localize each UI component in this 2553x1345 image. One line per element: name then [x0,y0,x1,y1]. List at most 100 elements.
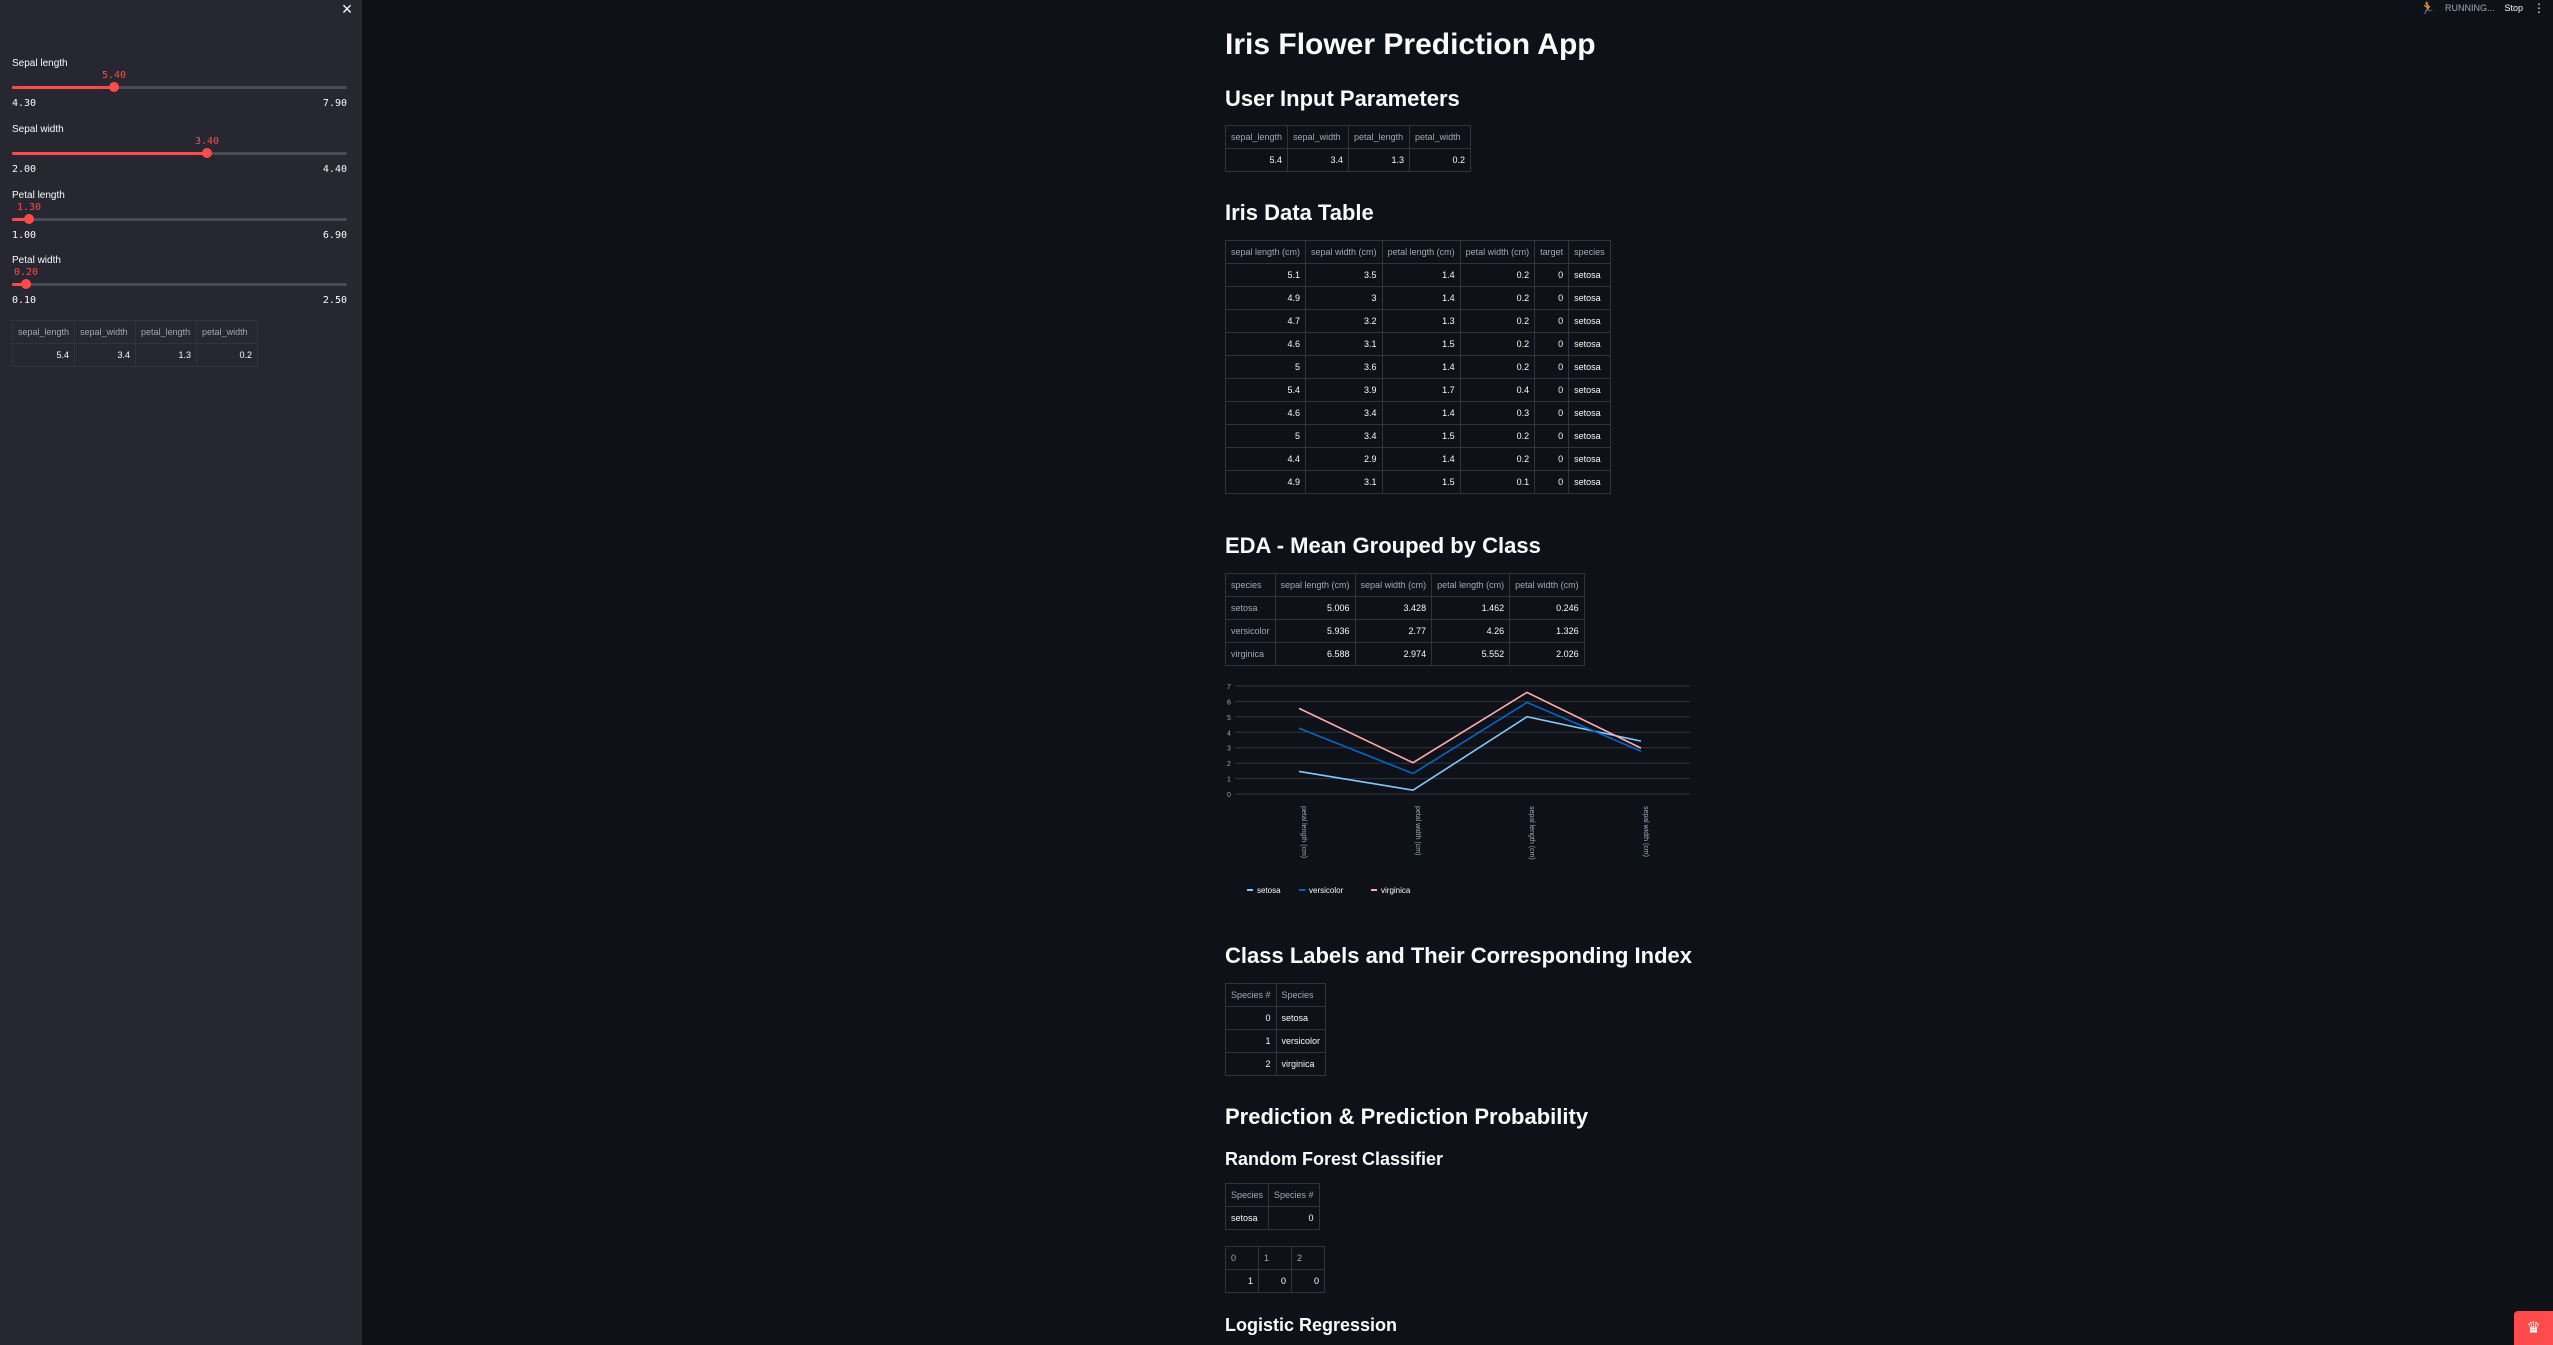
table-cell: 0.2 [1459,355,1536,379]
column-header[interactable]: species [1225,573,1276,597]
slider-track[interactable] [12,279,347,289]
column-header[interactable]: petal width (cm) [1459,240,1536,264]
y-tick-label: 7 [1227,684,1231,691]
page-title: Iris Flower Prediction App [1225,28,1596,61]
table-row: 1 0 0 [1225,1269,1325,1293]
table-cell: setosa [1275,1006,1327,1030]
x-tick-label: sepal width (cm) [1642,806,1649,857]
table-row: 5.1 3.5 1.4 0.2 0 setosa [1224,263,1611,287]
column-header: petal_width [1409,125,1472,149]
table-cell: 5.4 [1224,148,1289,172]
table-row: 4.4 2.9 1.4 0.2 0 setosa [1224,447,1611,471]
table-cell: 2.974 [1354,642,1433,666]
table-cell: 0 [1225,1006,1277,1030]
iris-data-table[interactable]: sepal length (cm) sepal width (cm) petal l… [1224,240,1611,494]
table-cell: 5.4 [1224,378,1307,402]
table-cell: 3.6 [1305,355,1383,379]
table-cell: versicolor [1225,619,1276,643]
column-header[interactable]: species [1568,240,1611,264]
table-cell: 4.9 [1224,286,1307,310]
rf-heading: Random Forest Classifier [1225,1149,1444,1169]
table-cell: 4.6 [1224,332,1307,356]
table-cell: 0 [1534,355,1570,379]
table-cell: 0.2 [1459,286,1536,310]
table-row: 0 setosa [1225,1006,1327,1030]
eda-table[interactable]: species sepal length (cm) sepal width (cm)… [1225,573,1585,666]
user-input-heading: User Input Parameters [1225,86,1460,111]
table-cell: 1.7 [1381,378,1461,402]
table-cell: 5 [1224,355,1307,379]
table-cell: setosa [1568,447,1611,471]
table-cell: 0.2 [1459,332,1536,356]
table-row: 5 3.4 1.5 0.2 0 setosa [1224,424,1611,448]
slider-label: Petal length [12,190,65,201]
table-cell: 3.4 [1305,401,1383,425]
slider-thumb[interactable] [24,214,34,224]
slider-thumb[interactable] [21,279,31,289]
table-cell: 3.428 [1354,596,1433,620]
legend-label: versicolor [1309,886,1344,895]
slider-thumb[interactable] [202,148,212,158]
crown-icon[interactable]: ♛ [2514,1311,2553,1345]
slider-track[interactable] [12,148,347,158]
table-cell: 0 [1534,424,1570,448]
class-labels-heading: Class Labels and Their Corresponding Ind… [1225,943,1692,968]
table-cell: 5.006 [1274,596,1356,620]
slider-max: 7.90 [322,98,347,109]
table-cell: 5.4 [11,343,76,367]
table-cell: 1.4 [1381,447,1461,471]
table-row: 4.6 3.1 1.5 0.2 0 setosa [1224,332,1611,356]
slider-petal-length: Petal length 1.30 1.00 6.90 [12,190,347,241]
slider-label: Petal width [12,255,61,266]
column-header[interactable]: sepal width (cm) [1305,240,1383,264]
table-cell: setosa [1568,470,1611,494]
table-cell: 1 [1225,1269,1259,1293]
user-input-table: sepal_length sepal_width petal_length pe… [1224,125,1472,172]
table-cell: 4.9 [1224,470,1307,494]
slider-track[interactable] [12,82,347,92]
table-cell: 0 [1534,263,1570,287]
table-cell: 0.246 [1509,596,1585,620]
slider-fill [12,152,207,155]
close-icon[interactable]: × [339,0,355,18]
column-header[interactable]: petal length (cm) [1381,240,1461,264]
table-cell: 0.2 [1459,263,1536,287]
table-cell: 2 [1225,1052,1277,1076]
slider-value: 3.40 [194,136,220,147]
column-header[interactable]: petal length (cm) [1431,573,1511,597]
table-cell: 1.5 [1381,424,1461,448]
slider-min: 2.00 [12,164,37,175]
iris-table-heading: Iris Data Table [1225,200,1374,225]
y-tick-label: 0 [1227,792,1231,799]
table-cell: 0 [1258,1269,1292,1293]
sidebar: × Sepal length 5.40 4.30 7.90 Sepal widt… [0,0,362,1345]
column-header[interactable]: Species [1275,983,1327,1007]
slider-track[interactable] [12,214,347,224]
slider-thumb[interactable] [109,82,119,92]
column-header[interactable]: target [1534,240,1570,264]
y-tick-label: 3 [1227,746,1231,753]
table-cell: 1.3 [1381,309,1461,333]
column-header[interactable]: petal width (cm) [1509,573,1585,597]
table-row: 4.9 3 1.4 0.2 0 setosa [1224,286,1611,310]
table-cell: 1.4 [1381,401,1461,425]
table-cell: setosa [1568,332,1611,356]
column-header: Species # [1268,1183,1320,1207]
table-cell: 0 [1534,378,1570,402]
slider-sepal-length: Sepal length 5.40 4.30 7.90 [12,58,347,109]
column-header[interactable]: sepal length (cm) [1274,573,1356,597]
table-cell: setosa [1568,355,1611,379]
table-cell: 5.936 [1274,619,1356,643]
table-row: 5 3.6 1.4 0.2 0 setosa [1224,355,1611,379]
column-header[interactable]: Species # [1225,983,1277,1007]
table-cell: 0.2 [1409,148,1472,172]
table-cell: 5 [1224,424,1307,448]
column-header[interactable]: sepal width (cm) [1354,573,1433,597]
table-row: versicolor 5.936 2.77 4.26 1.326 [1225,619,1585,643]
column-header[interactable]: sepal length (cm) [1224,240,1307,264]
slider-max: 6.90 [322,230,347,241]
table-cell: 3.4 [1305,424,1383,448]
table-cell: 0 [1268,1206,1320,1230]
table-cell: 0.4 [1459,378,1536,402]
column-header: petal_length [135,320,198,344]
